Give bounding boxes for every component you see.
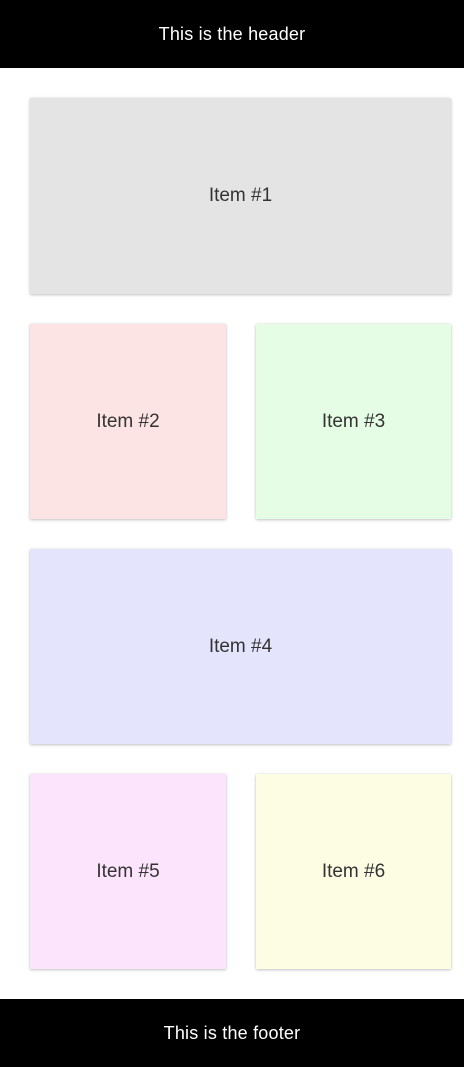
page-header: This is the header: [0, 0, 464, 68]
grid-item-label: Item #4: [208, 635, 273, 657]
grid-item-1: Item #1: [30, 98, 451, 294]
grid-item-3: Item #3: [256, 324, 451, 519]
grid-item-label: Item #2: [96, 410, 160, 432]
grid-item-2: Item #2: [30, 324, 226, 519]
header-text: This is the header: [158, 23, 306, 44]
grid-item-label: Item #3: [321, 410, 386, 432]
page-footer: This is the footer: [0, 999, 464, 1067]
grid-item-4: Item #4: [30, 549, 451, 744]
grid-item-6: Item #6: [256, 774, 451, 969]
footer-text: This is the footer: [163, 1022, 301, 1043]
grid-item-label: Item #1: [208, 185, 273, 206]
grid-item-label: Item #6: [321, 860, 386, 882]
grid-item-5: Item #5: [30, 774, 226, 969]
grid-item-label: Item #5: [96, 860, 160, 882]
